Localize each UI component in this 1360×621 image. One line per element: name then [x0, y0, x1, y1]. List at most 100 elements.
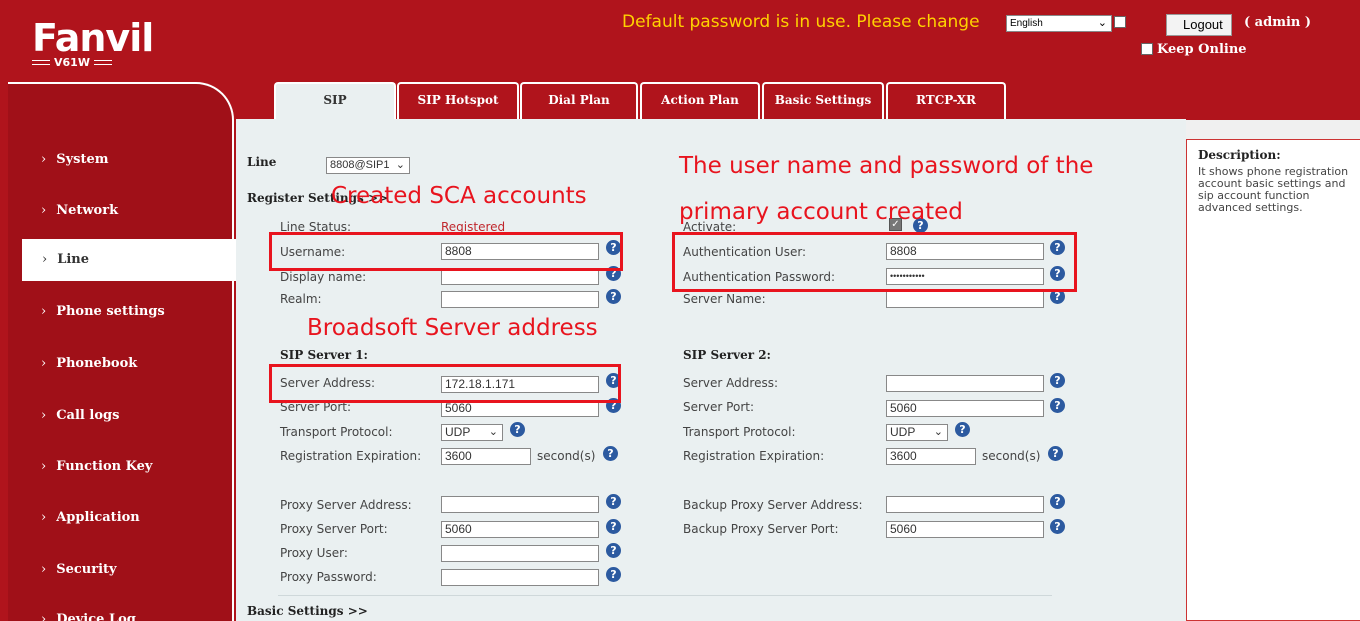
sidebar-item-network[interactable]: › Network [8, 191, 234, 231]
chevron-right-icon: › [41, 408, 47, 423]
chevron-down-icon: ⌄ [488, 426, 498, 438]
transport1-label: Transport Protocol: [280, 425, 393, 439]
question-circle-icon[interactable]: ? [603, 446, 618, 461]
tab-action-plan[interactable]: Action Plan [640, 82, 760, 119]
description-text: It shows phone registration account basi… [1198, 165, 1349, 214]
server2-address-label: Server Address: [683, 376, 778, 390]
fanvil-logo: Fanvil V61W [32, 18, 154, 69]
line-select[interactable]: 8808@SIP1 ⌄ [326, 157, 410, 174]
reg-exp1-input[interactable]: 3600 [441, 448, 531, 465]
annotation-primary-account-line2: primary account created [679, 199, 963, 225]
server-name-input[interactable] [886, 291, 1044, 308]
sidebar-item-label: Phonebook [56, 356, 138, 371]
sip-server-2-heading: SIP Server 2: [683, 348, 771, 362]
sidebar-item-line[interactable]: › Line [22, 239, 236, 281]
sip-server-1-heading: SIP Server 1: [280, 348, 368, 362]
sidebar-item-label: System [56, 152, 109, 167]
language-value: English [1010, 18, 1043, 29]
current-user: ( admin ) [1244, 15, 1312, 30]
keep-online-label: Keep Online [1157, 42, 1247, 57]
transport2-select[interactable]: UDP ⌄ [886, 424, 948, 441]
backup-proxy-address-label: Backup Proxy Server Address: [683, 498, 863, 512]
question-circle-icon[interactable]: ? [606, 543, 621, 558]
proxy-user-input[interactable] [441, 545, 599, 562]
sidebar-item-label: Line [57, 252, 90, 267]
sidebar-item-security[interactable]: › Security [8, 550, 234, 590]
sidebar-item-label: Device Log [56, 612, 136, 621]
question-circle-icon[interactable]: ? [955, 422, 970, 437]
question-circle-icon[interactable]: ? [1050, 494, 1065, 509]
question-circle-icon[interactable]: ? [606, 567, 621, 582]
realm-input[interactable] [441, 291, 599, 308]
description-panel: Description: It shows phone registration… [1186, 139, 1360, 621]
question-circle-icon[interactable]: ? [606, 494, 621, 509]
seconds-unit: second(s) [537, 449, 596, 463]
realm-label: Realm: [280, 292, 322, 306]
sidebar-item-phonebook[interactable]: › Phonebook [8, 344, 234, 384]
transport2-value: UDP [890, 425, 916, 439]
tab-sip[interactable]: SIP [274, 82, 396, 119]
backup-proxy-port-label: Backup Proxy Server Port: [683, 522, 839, 536]
proxy-password-input[interactable] [441, 569, 599, 586]
seconds-unit: second(s) [982, 449, 1041, 463]
sidebar-item-label: Call logs [56, 408, 120, 423]
sidebar: › System › Network › Line › Phone settings ›… [0, 80, 236, 621]
question-circle-icon[interactable]: ? [510, 422, 525, 437]
transport1-select[interactable]: UDP ⌄ [441, 424, 503, 441]
tab-basic-settings[interactable]: Basic Settings [762, 82, 884, 119]
line-select-value: 8808@SIP1 [330, 159, 390, 171]
sidebar-item-label: Network [56, 203, 119, 218]
sidebar-item-function-key[interactable]: › Function Key [8, 447, 234, 487]
server2-port-input[interactable]: 5060 [886, 400, 1044, 417]
sidebar-item-phone-settings[interactable]: › Phone settings [8, 292, 234, 332]
reg-exp1-label: Registration Expiration: [280, 449, 422, 463]
description-title: Description: [1198, 148, 1281, 162]
question-circle-icon[interactable]: ? [606, 289, 621, 304]
question-circle-icon[interactable]: ? [1050, 398, 1065, 413]
chevron-down-icon: ⌄ [933, 426, 943, 438]
sidebar-item-device-log[interactable]: › Device Log [8, 600, 234, 621]
line-label: Line [247, 155, 277, 169]
chevron-down-icon: ⌄ [395, 159, 405, 171]
annotation-broadsoft-server: Broadsoft Server address [307, 315, 598, 341]
reg-exp2-input[interactable]: 3600 [886, 448, 976, 465]
question-circle-icon[interactable]: ? [606, 519, 621, 534]
highlight-box-server-address [269, 364, 621, 403]
proxy-password-label: Proxy Password: [280, 570, 377, 584]
question-circle-icon[interactable]: ? [1048, 446, 1063, 461]
sidebar-item-call-logs[interactable]: › Call logs [8, 396, 234, 436]
tab-sip-hotspot[interactable]: SIP Hotspot [397, 82, 519, 119]
chevron-right-icon: › [41, 152, 47, 167]
logout-button[interactable]: Logout [1166, 14, 1232, 36]
proxy-port-input[interactable]: 5060 [441, 521, 599, 538]
model-name: V61W [54, 56, 90, 69]
highlight-box-auth [672, 232, 1077, 292]
sidebar-item-label: Application [56, 510, 140, 525]
server2-address-input[interactable] [886, 375, 1044, 392]
keep-online-checkbox[interactable] [1141, 43, 1153, 55]
proxy-address-input[interactable] [441, 496, 599, 513]
backup-proxy-address-input[interactable] [886, 496, 1044, 513]
header-checkbox[interactable] [1114, 16, 1126, 28]
basic-settings-toggle[interactable]: Basic Settings >> [247, 604, 368, 618]
highlight-box-username [269, 232, 623, 271]
sidebar-item-system[interactable]: › System [8, 140, 234, 180]
tab-rtcp-xr[interactable]: RTCP-XR [886, 82, 1006, 119]
annotation-primary-account-line1: The user name and password of the [679, 153, 1094, 179]
chevron-down-icon: ⌄ [1097, 17, 1107, 29]
tab-dial-plan[interactable]: Dial Plan [520, 82, 638, 119]
sidebar-item-label: Security [56, 562, 117, 577]
backup-proxy-port-input[interactable]: 5060 [886, 521, 1044, 538]
default-password-warning[interactable]: Default password is in use. Please chang… [622, 12, 980, 32]
chevron-right-icon: › [41, 203, 47, 218]
question-circle-icon[interactable]: ? [1050, 373, 1065, 388]
question-circle-icon[interactable]: ? [1050, 519, 1065, 534]
display-name-label: Display name: [280, 270, 367, 284]
chevron-right-icon: › [41, 356, 47, 371]
tab-bar: SIP SIP Hotspot Dial Plan Action Plan Ba… [236, 80, 1360, 119]
proxy-user-label: Proxy User: [280, 546, 348, 560]
language-select[interactable]: English ⌄ [1006, 15, 1112, 32]
chevron-right-icon: › [41, 612, 47, 621]
proxy-address-label: Proxy Server Address: [280, 498, 412, 512]
sidebar-item-application[interactable]: › Application [8, 498, 234, 538]
